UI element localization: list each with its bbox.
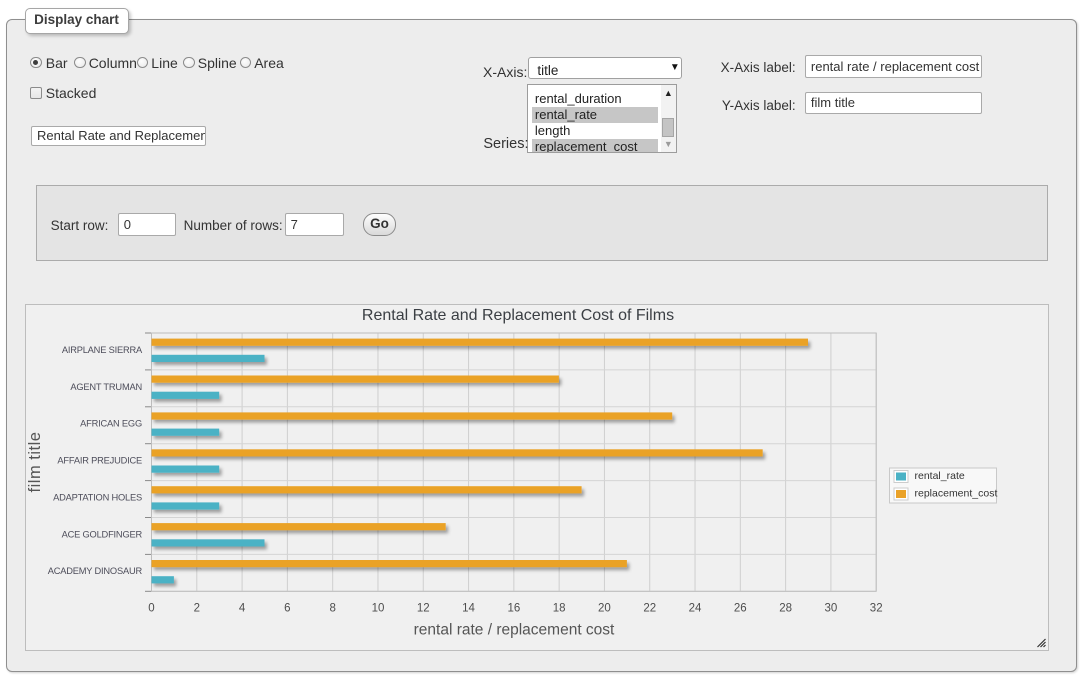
- svg-text:14: 14: [462, 602, 475, 614]
- svg-text:2: 2: [193, 602, 199, 614]
- svg-text:AFRICAN EGG: AFRICAN EGG: [80, 419, 142, 429]
- svg-text:16: 16: [507, 602, 520, 614]
- svg-text:Rental Rate and Replacement Co: Rental Rate and Replacement Cost of Film…: [361, 307, 673, 324]
- svg-text:28: 28: [779, 602, 792, 614]
- svg-text:4: 4: [238, 602, 245, 614]
- svg-text:8: 8: [329, 602, 335, 614]
- svg-text:30: 30: [824, 602, 837, 614]
- svg-text:0: 0: [148, 602, 154, 614]
- svg-text:18: 18: [552, 602, 565, 614]
- svg-text:ACADEMY DINOSAUR: ACADEMY DINOSAUR: [47, 566, 142, 576]
- svg-text:AGENT TRUMAN: AGENT TRUMAN: [70, 382, 142, 392]
- svg-text:6: 6: [284, 602, 290, 614]
- svg-text:24: 24: [688, 602, 701, 614]
- svg-text:ACE GOLDFINGER: ACE GOLDFINGER: [61, 529, 142, 539]
- svg-text:12: 12: [416, 602, 429, 614]
- svg-text:32: 32: [869, 602, 882, 614]
- svg-text:AIRPLANE SIERRA: AIRPLANE SIERRA: [61, 345, 142, 355]
- svg-text:replacement_cost: replacement_cost: [914, 488, 997, 500]
- svg-text:10: 10: [371, 602, 384, 614]
- svg-text:ADAPTATION HOLES: ADAPTATION HOLES: [53, 492, 142, 502]
- svg-text:film title: film title: [26, 432, 44, 493]
- svg-text:AFFAIR PREJUDICE: AFFAIR PREJUDICE: [57, 456, 142, 466]
- svg-text:rental rate / replacement cost: rental rate / replacement cost: [413, 622, 614, 639]
- svg-text:22: 22: [643, 602, 656, 614]
- svg-text:26: 26: [733, 602, 746, 614]
- svg-text:rental_rate: rental_rate: [914, 470, 964, 482]
- svg-text:20: 20: [598, 602, 611, 614]
